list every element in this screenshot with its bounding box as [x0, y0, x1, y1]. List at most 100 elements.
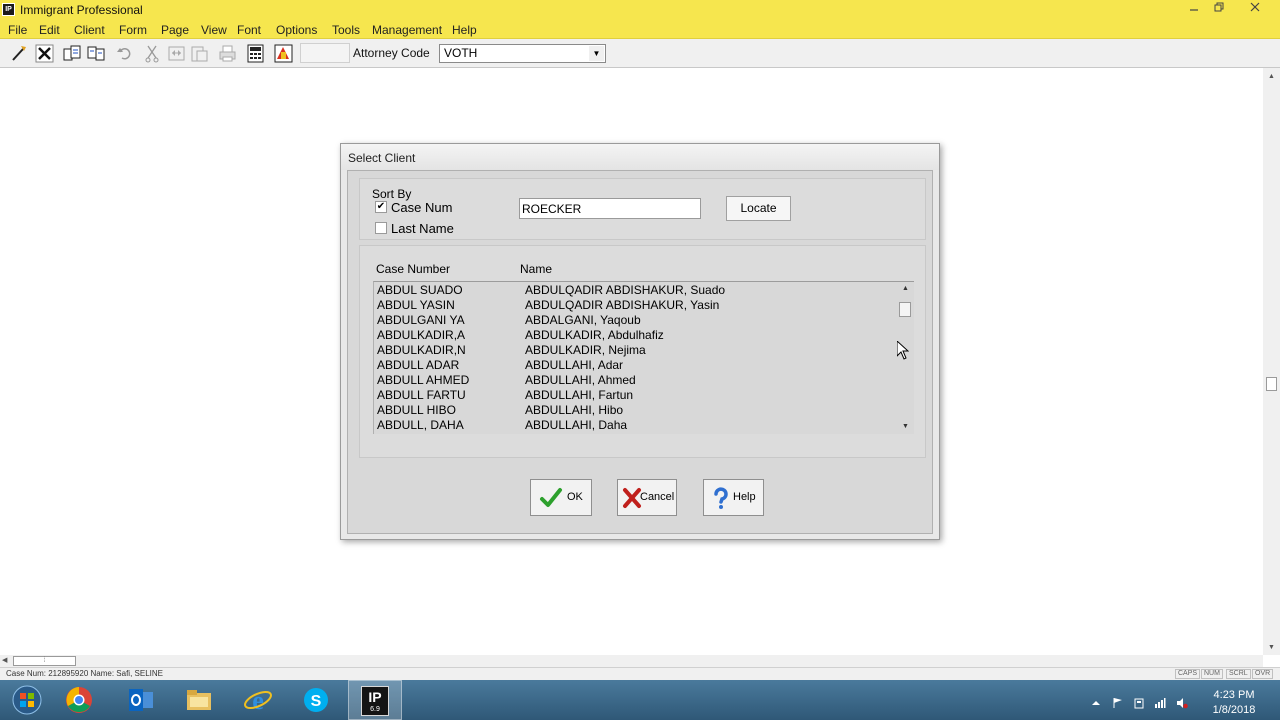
dropdown-arrow-icon[interactable]: ▼: [589, 46, 604, 61]
menu-management[interactable]: Management: [372, 23, 442, 37]
toolbar-exit-button[interactable]: [273, 43, 294, 64]
list-item[interactable]: ABDULKADIR,A ABDULKADIR, Abdulhafiz: [374, 327, 897, 342]
menu-help[interactable]: Help: [452, 23, 477, 37]
toolbar-undo-button[interactable]: [114, 43, 135, 64]
tray-network-icon[interactable]: [1154, 697, 1166, 709]
menu-form[interactable]: Form: [119, 23, 147, 37]
list-item[interactable]: ABDUL SUADO ABDULQADIR ABDISHAKUR, Suado: [374, 282, 897, 297]
restore-icon: [1214, 2, 1224, 12]
list-scroll-up-icon[interactable]: ▲: [897, 282, 914, 296]
start-button[interactable]: [0, 680, 50, 720]
dialog-titlebar[interactable]: Select Client: [341, 144, 939, 170]
list-item[interactable]: ABDULKADIR,N ABDULKADIR, Nejima: [374, 342, 897, 357]
toolbar-copy-forms-button[interactable]: [86, 43, 107, 64]
case-number-cell: ABDULL HIBO: [377, 403, 456, 417]
status-bar: Case Num: 212895920 Name: Safi, SELINE C…: [0, 667, 1280, 680]
internet-explorer-icon: e: [244, 686, 272, 715]
list-scroll-down-icon[interactable]: ▼: [897, 420, 914, 434]
menu-font[interactable]: Font: [237, 23, 261, 37]
toolbar-forms-button[interactable]: [62, 43, 83, 64]
menu-file[interactable]: File: [8, 23, 27, 37]
dialog-title: Select Client: [348, 151, 416, 165]
case-number-cell: ABDUL YASIN: [377, 298, 455, 312]
paste-icon: [191, 46, 208, 62]
list-item[interactable]: ABDULL FARTU ABDULLAHI, Fartun: [374, 387, 897, 402]
tray-expand-icon[interactable]: [1090, 697, 1102, 709]
status-ovr: OVR: [1252, 669, 1274, 679]
toolbar-delete-button[interactable]: [34, 43, 55, 64]
toolbar-paste-button[interactable]: [189, 43, 210, 64]
menu-page[interactable]: Page: [161, 23, 189, 37]
case-number-cell: ABDULKADIR,N: [377, 343, 466, 357]
status-num: NUM: [1201, 669, 1223, 679]
name-cell: ABDULKADIR, Abdulhafiz: [525, 328, 664, 342]
scroll-down-arrow-icon[interactable]: ▼: [1263, 641, 1280, 655]
list-item[interactable]: ABDULGANI YA ABDALGANI, Yaqoub: [374, 312, 897, 327]
copy-forms-icon: [87, 46, 105, 61]
tray-device-icon[interactable]: [1133, 697, 1145, 709]
main-horizontal-scroll-thumb[interactable]: ⁞: [13, 656, 76, 666]
menu-options[interactable]: Options: [276, 23, 317, 37]
name-cell: ABDALGANI, Yaqoub: [525, 313, 641, 327]
last-name-checkbox[interactable]: [375, 222, 387, 234]
name-cell: ABDULLAHI, Fartun: [525, 388, 634, 402]
toolbar-print-button[interactable]: [217, 43, 238, 64]
menu-view[interactable]: View: [201, 23, 227, 37]
case-number-cell: ABDULL ADAR: [377, 358, 460, 372]
list-item[interactable]: ABDUL YASIN ABDULQADIR ABDISHAKUR, Yasin: [374, 297, 897, 312]
list-item[interactable]: ABDULL HIBO ABDULLAHI, Hibo: [374, 402, 897, 417]
main-horizontal-scrollbar[interactable]: ◀ ⁞: [0, 655, 1263, 667]
toolbar-cut-button[interactable]: [142, 43, 163, 64]
toolbar-select-button[interactable]: [8, 43, 29, 64]
tray-volume-icon[interactable]: [1176, 697, 1188, 709]
menu-edit[interactable]: Edit: [39, 23, 60, 37]
cancel-button[interactable]: Cancel: [617, 479, 677, 516]
locate-button[interactable]: Locate: [726, 196, 791, 221]
minimize-button[interactable]: [1183, 1, 1205, 17]
locate-input[interactable]: [519, 198, 701, 219]
toolbar-calculator-button[interactable]: [245, 43, 266, 64]
attorney-code-value: VOTH: [444, 46, 478, 60]
menu-tools[interactable]: Tools: [332, 23, 360, 37]
help-label: Help: [733, 491, 756, 503]
cancel-label: Cancel: [640, 491, 675, 503]
menu-client[interactable]: Client: [74, 23, 105, 37]
toolbar-move-button[interactable]: [166, 43, 187, 64]
status-case-info: Case Num: 212895920 Name: Safi, SELINE: [6, 669, 163, 678]
main-vertical-scroll-thumb[interactable]: [1266, 377, 1277, 391]
close-button[interactable]: [1244, 1, 1266, 17]
taskbar-immigrant-professional-button[interactable]: IP 6.9: [348, 680, 402, 720]
ip-version: 6.9: [370, 706, 380, 713]
list-item[interactable]: ABDULL AHMED ABDULLAHI, Ahmed: [374, 372, 897, 387]
select-client-dialog: Select Client Sort By ✔ Case Num Last Na…: [340, 143, 940, 540]
attorney-code-select[interactable]: VOTH ▼: [439, 44, 606, 63]
case-num-checkbox[interactable]: ✔: [375, 201, 387, 213]
taskbar-outlook-button[interactable]: [114, 680, 168, 720]
taskbar-chrome-button[interactable]: [52, 680, 106, 720]
client-list-scroll-thumb[interactable]: [899, 302, 911, 317]
taskbar-explorer-button[interactable]: [172, 680, 226, 720]
tray-clock[interactable]: 4:23 PM 1/8/2018: [1206, 688, 1262, 718]
folder-icon: [187, 690, 211, 710]
checkmark-icon: [540, 488, 562, 507]
main-vertical-scrollbar[interactable]: ▲ ▼: [1263, 68, 1280, 655]
name-cell: ABDULLAHI, Adar: [525, 358, 624, 372]
taskbar-ie-button[interactable]: e: [231, 680, 285, 720]
ok-label: OK: [567, 491, 583, 503]
restore-button[interactable]: [1208, 1, 1230, 17]
forms-icon: [63, 45, 81, 61]
scroll-left-arrow-icon[interactable]: ◀: [2, 655, 7, 667]
column-header-case-number[interactable]: Case Number: [376, 262, 450, 276]
name-cell: ABDULQADIR ABDISHAKUR, Suado: [525, 283, 726, 297]
list-item[interactable]: ABDULL ADAR ABDULLAHI, Adar: [374, 357, 897, 372]
app-logo-icon: IP: [2, 3, 15, 16]
client-list[interactable]: ABDUL SUADO ABDULQADIR ABDISHAKUR, Suado …: [373, 281, 914, 434]
svg-text:S: S: [311, 693, 322, 710]
help-button[interactable]: Help: [703, 479, 764, 516]
ok-button[interactable]: OK: [530, 479, 592, 516]
scroll-up-arrow-icon[interactable]: ▲: [1263, 70, 1280, 84]
tray-flag-icon[interactable]: [1112, 697, 1124, 709]
taskbar-skype-button[interactable]: S: [289, 680, 343, 720]
column-header-name[interactable]: Name: [520, 262, 552, 276]
list-item[interactable]: ABDULL, DAHA ABDULLAHI, Daha: [374, 417, 897, 432]
